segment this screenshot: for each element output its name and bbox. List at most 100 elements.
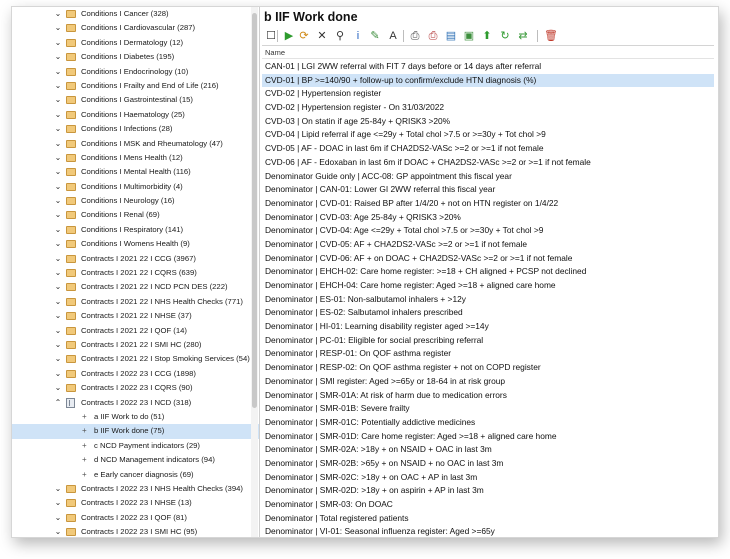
delete-x-icon[interactable]: ✕ xyxy=(315,29,329,43)
refresh-icon[interactable]: ⟳ xyxy=(297,29,311,43)
print-icon[interactable]: ⎙ xyxy=(408,29,422,43)
export-icon[interactable]: ▣ xyxy=(462,29,476,43)
chevron-down-icon[interactable]: ⌄ xyxy=(53,194,63,208)
tree-folder-item[interactable]: ⌄ Contracts I 2022 23 I NHSE (13) xyxy=(12,496,259,510)
chevron-down-icon[interactable]: ⌄ xyxy=(53,36,63,50)
tree-folder-item[interactable]: ⌄ Conditions I Respiratory (141) xyxy=(12,223,259,237)
chevron-down-icon[interactable]: ⌄ xyxy=(53,122,63,136)
tree-folder-item[interactable]: ⌄ Contracts I 2021 22 I NCD PCN DES (222) xyxy=(12,280,259,294)
tree-folder-item[interactable]: ⌄ Conditions I Cardiovascular (287) xyxy=(12,21,259,35)
list-item[interactable]: Denominator | CVD-05: AF + CHA2DS2-VASc … xyxy=(262,238,714,252)
tree-folder-item[interactable]: ⌄ Conditions I Dermatology (12) xyxy=(12,36,259,50)
list-item[interactable]: CVD-01 | BP >=140/90 + follow-up to conf… xyxy=(262,73,714,88)
tree-folder-item[interactable]: ⌄ Conditions I Mens Health (12) xyxy=(12,151,259,165)
list-item[interactable]: Denominator | CVD-03: Age 25-84y + QRISK… xyxy=(262,211,714,225)
tree-folder-item[interactable]: ⌄ Contracts I 2021 22 I SMI HC (280) xyxy=(12,338,259,352)
chevron-down-icon[interactable]: ⌄ xyxy=(53,252,63,266)
chevron-down-icon[interactable]: ⌄ xyxy=(53,295,63,309)
chevron-down-icon[interactable]: ⌄ xyxy=(53,151,63,165)
tree-folder-item[interactable]: ⌄ Conditions I Infections (28) xyxy=(12,122,259,136)
tree-scrollbar[interactable] xyxy=(251,7,258,537)
list-item[interactable]: Denominator | CAN-01: Lower GI 2WW refer… xyxy=(262,183,714,197)
chevron-down-icon[interactable]: ⌄ xyxy=(53,309,63,323)
tree-folder-item[interactable]: ⌄ Conditions I Gastrointestinal (15) xyxy=(12,93,259,107)
tree-folder-item[interactable]: ⌄ Conditions I Diabetes (195) xyxy=(12,50,259,64)
list-item[interactable]: Denominator Guide only | ACC-08: GP appo… xyxy=(262,170,714,184)
list-item[interactable]: CVD-02 | Hypertension register xyxy=(262,87,714,101)
list-item[interactable]: Denominator | SMI register: Aged >=65y o… xyxy=(262,375,714,389)
tree-folder-item[interactable]: ⌄ Conditions I Cancer (328) xyxy=(12,7,259,21)
run-icon[interactable]: ▶ xyxy=(282,29,296,43)
chevron-down-icon[interactable]: ⌄ xyxy=(53,79,63,93)
chevron-down-icon[interactable]: ⌄ xyxy=(53,237,63,251)
list-item[interactable]: CVD-06 | AF - Edoxaban in last 6m if DOA… xyxy=(262,156,714,170)
tree-folder-item[interactable]: ⌄ Contracts I 2022 23 I SMI HC (95) xyxy=(12,525,259,537)
chevron-down-icon[interactable]: ⌄ xyxy=(53,338,63,352)
font-icon[interactable]: A xyxy=(386,29,400,43)
tree-folder-item[interactable]: ⌄ Conditions I Womens Health (9) xyxy=(12,237,259,251)
list-item[interactable]: Denominator | SMR-02B: >65y + on NSAID +… xyxy=(262,457,714,471)
chevron-down-icon[interactable]: ⌄ xyxy=(53,280,63,294)
chevron-down-icon[interactable]: ⌄ xyxy=(53,7,63,21)
tree-folder-item[interactable]: ⌄ Conditions I Renal (69) xyxy=(12,208,259,222)
list-item[interactable]: Denominator | CVD-06: AF + on DOAC + CHA… xyxy=(262,252,714,266)
tree-folder-item[interactable]: ⌄ Conditions I Neurology (16) xyxy=(12,194,259,208)
list-item[interactable]: Denominator | SMR-01C: Potentially addic… xyxy=(262,416,714,430)
tree-leaf-item[interactable]: + c NCD Payment indicators (29) xyxy=(12,439,259,453)
chevron-down-icon[interactable]: ⌄ xyxy=(53,511,63,525)
chevron-down-icon[interactable]: ⌄ xyxy=(53,352,63,366)
list-item[interactable]: Denominator | ES-02: Salbutamol inhalers… xyxy=(262,306,714,320)
tree-folder-item[interactable]: ⌄ Contracts I 2022 23 I CCG (1898) xyxy=(12,367,259,381)
trash-icon[interactable]: 🗑 xyxy=(544,29,558,43)
list-item[interactable]: Denominator | RESP-01: On QOF asthma reg… xyxy=(262,347,714,361)
chevron-down-icon[interactable]: ⌄ xyxy=(53,266,63,280)
tree-folder-item[interactable]: ⌄ Contracts I 2021 22 I CCG (3967) xyxy=(12,252,259,266)
tree-folder-item[interactable]: ⌄ Contracts I 2021 22 I NHS Health Checks… xyxy=(12,295,259,309)
tree-folder-item[interactable]: ⌄ Contracts I 2021 22 I QOF (14) xyxy=(12,324,259,338)
print-preview-icon[interactable]: ⎙ xyxy=(426,29,440,43)
tree-folder-item[interactable]: ⌄ Conditions I MSK and Rheumatology (47) xyxy=(12,137,259,151)
list-item[interactable]: CVD-03 | On statin if age 25-84y + QRISK… xyxy=(262,115,714,129)
tree-leaf-item[interactable]: + d NCD Management indicators (94) xyxy=(12,453,259,467)
list-item[interactable]: Denominator | SMR-02A: >18y + on NSAID +… xyxy=(262,443,714,457)
share-icon[interactable]: ⇄ xyxy=(516,29,530,43)
chevron-down-icon[interactable]: ⌄ xyxy=(53,208,63,222)
list-item[interactable]: Denominator | EHCH-04: Care home registe… xyxy=(262,279,714,293)
list-item[interactable]: Denominator | HI-01: Learning disability… xyxy=(262,320,714,334)
list-item[interactable]: Denominator | PC-01: Eligible for social… xyxy=(262,334,714,348)
list-item[interactable]: CAN-01 | LGI 2WW referral with FIT 7 day… xyxy=(262,60,714,74)
search-icon[interactable]: ⚲ xyxy=(333,29,347,43)
list-item[interactable]: Denominator | RESP-02: On QOF asthma reg… xyxy=(262,361,714,375)
chevron-down-icon[interactable]: ⌄ xyxy=(53,93,63,107)
tree-folder-item[interactable]: ⌄ Conditions I Mental Health (116) xyxy=(12,165,259,179)
chevron-down-icon[interactable]: ⌄ xyxy=(53,324,63,338)
tree-leaf-item[interactable]: + b IIF Work done (75) xyxy=(12,424,259,439)
chevron-down-icon[interactable]: ⌄ xyxy=(53,381,63,395)
chevron-down-icon[interactable]: ⌄ xyxy=(53,108,63,122)
tree-scrollbar-thumb[interactable] xyxy=(252,13,257,408)
tree-folder-item[interactable]: ⌄ Contracts I 2021 22 I Stop Smoking Serv… xyxy=(12,352,259,366)
tree-leaf-item[interactable]: + a IIF Work to do (51) xyxy=(12,410,259,424)
chevron-down-icon[interactable]: ⌄ xyxy=(53,50,63,64)
list-item[interactable]: Denominator | CVD-04: Age <=29y + Total … xyxy=(262,224,714,238)
list-item[interactable]: Denominator | ES-01: Non-salbutamol inha… xyxy=(262,293,714,307)
chevron-down-icon[interactable]: ⌄ xyxy=(53,65,63,79)
tree-folder-item[interactable]: ⌄ Conditions I Haematology (25) xyxy=(12,108,259,122)
chevron-down-icon[interactable]: ⌄ xyxy=(53,165,63,179)
list-item[interactable]: CVD-05 | AF - DOAC in last 6m if CHA2DS2… xyxy=(262,142,714,156)
tree-folder-item[interactable]: ⌄ Conditions I Multimorbidity (4) xyxy=(12,180,259,194)
list-item[interactable]: Denominator | SMR-03: On DOAC xyxy=(262,498,714,512)
sync-icon[interactable]: ↻ xyxy=(498,29,512,43)
tree-folder-item[interactable]: ⌄ Conditions I Endocrinology (10) xyxy=(12,65,259,79)
tree-folder-item[interactable]: ⌄ Contracts I 2022 23 I NHS Health Checks… xyxy=(12,482,259,496)
list-item[interactable]: CVD-02 | Hypertension register - On 31/0… xyxy=(262,101,714,115)
list-item[interactable]: Denominator | SMR-01A: At risk of harm d… xyxy=(262,389,714,403)
list-item[interactable]: Denominator | SMR-01D: Care home registe… xyxy=(262,430,714,444)
list-item[interactable]: Denominator | SMR-02D: >18y + on aspirin… xyxy=(262,484,714,498)
list-item[interactable]: Denominator | SMR-02C: >18y + on OAC + A… xyxy=(262,471,714,485)
list-item[interactable]: Denominator | SMR-01B: Severe frailty xyxy=(262,402,714,416)
list-item[interactable]: Denominator | CVD-01: Raised BP after 1/… xyxy=(262,197,714,211)
info-icon[interactable]: i xyxy=(351,29,365,43)
tree-folder-item[interactable]: ⌄ Contracts I 2021 22 I NHSE (37) xyxy=(12,309,259,323)
chevron-down-icon[interactable]: ⌄ xyxy=(53,482,63,496)
